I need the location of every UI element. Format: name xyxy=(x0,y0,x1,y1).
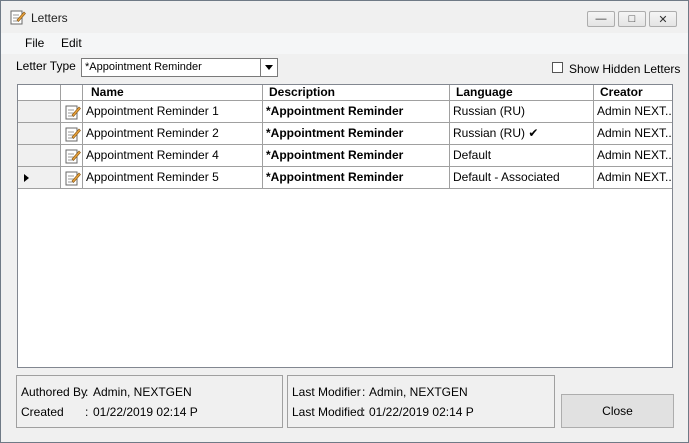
menu-file[interactable]: File xyxy=(25,36,44,50)
last-modifier-value: Admin, NEXTGEN xyxy=(369,385,468,399)
authored-by-separator: : xyxy=(85,385,89,399)
last-modified-value: 01/22/2019 02:14 P xyxy=(369,405,474,419)
close-icon: ✕ xyxy=(658,13,668,26)
maximize-icon: □ xyxy=(628,13,636,25)
menu-edit[interactable]: Edit xyxy=(61,36,82,50)
table-row[interactable]: Appointment Reminder 1 *Appointment Remi… xyxy=(18,101,672,123)
cell-creator[interactable]: Admin NEXT... xyxy=(594,145,672,167)
last-modifier-label: Last Modifier xyxy=(292,385,361,399)
authored-by-value: Admin, NEXTGEN xyxy=(93,385,192,399)
table-row[interactable]: Appointment Reminder 2 *Appointment Remi… xyxy=(18,123,672,145)
minimize-icon: — xyxy=(595,13,607,25)
last-modifier-separator: : xyxy=(362,385,366,399)
modified-panel: Last Modifier : Admin, NEXTGEN Last Modi… xyxy=(287,375,555,428)
close-window-button[interactable]: ✕ xyxy=(649,11,677,27)
cell-name[interactable]: Appointment Reminder 4 xyxy=(83,145,263,167)
cell-description[interactable]: *Appointment Reminder xyxy=(263,101,450,123)
grid-icon-header xyxy=(61,85,83,101)
close-button[interactable]: Close xyxy=(561,394,674,428)
letter-type-dropdown-button[interactable] xyxy=(260,59,277,76)
cell-description[interactable]: *Appointment Reminder xyxy=(263,167,450,189)
edit-document-icon xyxy=(61,101,83,123)
created-value: 01/22/2019 02:14 P xyxy=(93,405,198,419)
created-separator: : xyxy=(85,405,89,419)
show-hidden-checkbox[interactable] xyxy=(552,62,563,73)
chevron-down-icon xyxy=(265,65,273,70)
letter-type-select[interactable]: *Appointment Reminder xyxy=(81,58,278,77)
last-modified-separator: : xyxy=(362,405,366,419)
cell-creator[interactable]: Admin NEXT... xyxy=(594,101,672,123)
cell-language[interactable]: Russian (RU) ✔ xyxy=(450,123,594,145)
menu-bar: File Edit xyxy=(1,33,688,54)
column-header-creator[interactable]: Creator xyxy=(594,85,672,101)
edit-document-icon xyxy=(61,123,83,145)
authored-by-label: Authored By xyxy=(21,385,88,399)
minimize-button[interactable]: — xyxy=(587,11,615,27)
cell-creator[interactable]: Admin NEXT... xyxy=(594,123,672,145)
column-header-description[interactable]: Description xyxy=(263,85,450,101)
letter-type-value: *Appointment Reminder xyxy=(85,61,202,73)
show-hidden-label: Show Hidden Letters xyxy=(569,62,681,76)
row-header[interactable] xyxy=(18,123,61,145)
grid-corner-header xyxy=(18,85,61,101)
cell-name[interactable]: Appointment Reminder 1 xyxy=(83,101,263,123)
cell-name[interactable]: Appointment Reminder 5 xyxy=(83,167,263,189)
cell-language[interactable]: Default xyxy=(450,145,594,167)
letters-grid: Name Description Language Creator Appoin… xyxy=(17,84,673,368)
edit-document-icon xyxy=(10,9,26,25)
authored-panel: Authored By : Admin, NEXTGEN Created : 0… xyxy=(16,375,283,428)
table-row[interactable]: Appointment Reminder 5 *Appointment Remi… xyxy=(18,167,672,189)
created-label: Created xyxy=(21,405,64,419)
cell-description[interactable]: *Appointment Reminder xyxy=(263,145,450,167)
letters-window: Letters — □ ✕ File Edit Letter Type *App… xyxy=(0,0,689,443)
edit-document-icon xyxy=(61,145,83,167)
cell-language[interactable]: Default - Associated xyxy=(450,167,594,189)
row-header[interactable] xyxy=(18,145,61,167)
letter-type-label: Letter Type xyxy=(16,59,76,73)
window-title: Letters xyxy=(31,11,68,25)
column-header-name[interactable]: Name xyxy=(83,85,263,101)
maximize-button[interactable]: □ xyxy=(618,11,646,27)
row-header[interactable] xyxy=(18,101,61,123)
edit-document-icon xyxy=(61,167,83,189)
row-pointer-icon xyxy=(24,174,29,182)
column-header-language[interactable]: Language xyxy=(450,85,594,101)
cell-creator[interactable]: Admin NEXT... xyxy=(594,167,672,189)
cell-name[interactable]: Appointment Reminder 2 xyxy=(83,123,263,145)
table-row[interactable]: Appointment Reminder 4 *Appointment Remi… xyxy=(18,145,672,167)
title-bar[interactable]: Letters — □ ✕ xyxy=(1,1,688,32)
cell-description[interactable]: *Appointment Reminder xyxy=(263,123,450,145)
last-modified-label: Last Modified xyxy=(292,405,364,419)
cell-language[interactable]: Russian (RU) xyxy=(450,101,594,123)
row-header[interactable] xyxy=(18,167,61,189)
